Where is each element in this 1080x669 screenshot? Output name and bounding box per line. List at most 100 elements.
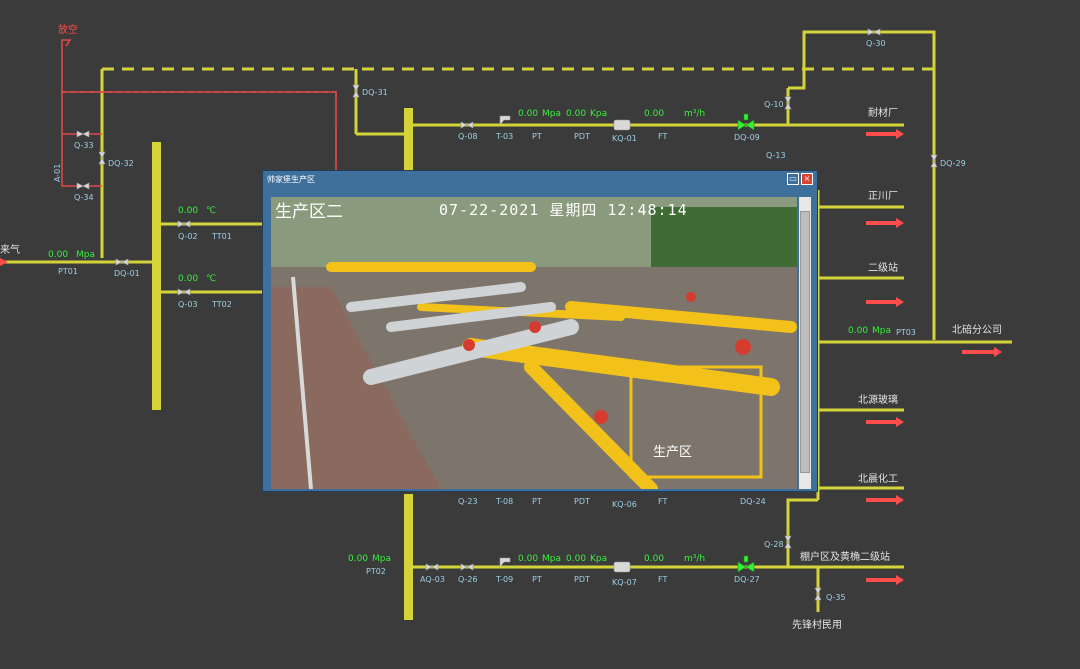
valve-dq27-icon[interactable] bbox=[737, 555, 755, 573]
pdt-mid-tag: PDT bbox=[574, 497, 590, 506]
camera-datetime: 07-22-2021 星期四 12:48:14 bbox=[439, 201, 688, 219]
tag-t09: T-09 bbox=[495, 575, 513, 584]
valve-q03-icon[interactable] bbox=[177, 288, 191, 296]
meter-kq01-icon[interactable] bbox=[613, 119, 631, 131]
pt01-value: 0.00 bbox=[48, 250, 68, 260]
ft-top-tag: FT bbox=[658, 132, 667, 141]
tag-q08: Q-08 bbox=[458, 132, 478, 141]
well-gas-label: 来气 bbox=[0, 243, 20, 256]
pt01-tag: PT01 bbox=[58, 267, 78, 276]
tag-q10: Q-10 bbox=[764, 100, 784, 109]
arrow-beixi-icon bbox=[962, 347, 1002, 357]
pt03-unit: Mpa bbox=[872, 326, 891, 336]
valve-q10-icon[interactable] bbox=[784, 96, 792, 110]
pt-mid-tag: PT bbox=[532, 497, 542, 506]
ft-bot-unit: m³/h bbox=[684, 554, 705, 564]
valve-wheel-3 bbox=[594, 410, 608, 424]
tag-q03: Q-03 bbox=[178, 300, 198, 309]
pdt-top-tag: PDT bbox=[574, 132, 590, 141]
tag-q28: Q-28 bbox=[764, 540, 784, 549]
pdt-top-unit: Kpa bbox=[590, 109, 607, 119]
scrollbar-thumb[interactable] bbox=[800, 211, 810, 473]
pdt-top-value: 0.00 bbox=[566, 109, 586, 119]
popup-title: 帅家堡生产区 bbox=[267, 175, 315, 184]
pdt-bot-tag: PDT bbox=[574, 575, 590, 584]
valve-q34-icon[interactable] bbox=[76, 182, 90, 190]
popup-scrollbar[interactable] bbox=[799, 197, 811, 489]
ft-bot-tag: FT bbox=[658, 575, 667, 584]
pdt-bot-unit: Kpa bbox=[590, 554, 607, 564]
valve-dq31-icon[interactable] bbox=[352, 84, 360, 98]
inlet-arrow-icon bbox=[0, 258, 8, 266]
valve-aq03-icon[interactable] bbox=[425, 563, 439, 571]
valve-dq01-icon[interactable] bbox=[115, 258, 129, 266]
valve-q30-icon[interactable] bbox=[867, 28, 881, 36]
tag-dq32: DQ-32 bbox=[108, 159, 134, 168]
arrow-naicai-icon bbox=[866, 129, 904, 139]
tt02-tag: TT02 bbox=[211, 300, 232, 309]
camera-watermark: 生产区 bbox=[653, 445, 693, 460]
vent-label: 放空 bbox=[58, 23, 78, 36]
outlet-erjizhan: 二级站 bbox=[868, 261, 898, 274]
ft-top-unit: m³/h bbox=[684, 109, 705, 119]
vent-flag-icon bbox=[61, 39, 72, 47]
valve-wheel-1 bbox=[463, 339, 475, 351]
tt01-tag: TT01 bbox=[211, 232, 232, 241]
valve-dq29-icon[interactable] bbox=[930, 154, 938, 168]
camera-feed: 生产区二 07-22-2021 星期四 12:48:14 生产区 bbox=[271, 197, 797, 489]
valve-q02-icon[interactable] bbox=[177, 220, 191, 228]
pdt-bot-value: 0.00 bbox=[566, 554, 586, 564]
valve-q08-icon[interactable] bbox=[460, 121, 474, 129]
valve-q26-icon[interactable] bbox=[460, 563, 474, 571]
tt02-value: 0.00 bbox=[178, 274, 198, 284]
tag-q30: Q-30 bbox=[866, 39, 886, 48]
outlet-beichen: 北晨化工 bbox=[858, 472, 898, 485]
tag-dq09: DQ-09 bbox=[734, 133, 760, 142]
meter-kq07-icon[interactable] bbox=[613, 561, 631, 573]
tag-kq01: KQ-01 bbox=[612, 134, 637, 143]
tag-dq24: DQ-24 bbox=[740, 497, 766, 506]
pt01-unit: Mpa bbox=[76, 250, 95, 260]
tag-q23: Q-23 bbox=[458, 497, 478, 506]
tag-dq31: DQ-31 bbox=[362, 88, 388, 97]
tag-t08: T-08 bbox=[495, 497, 513, 506]
arrow-zhengchuan-icon bbox=[866, 218, 904, 228]
pt-top-unit: Mpa bbox=[542, 109, 561, 119]
outlet-zhengchuan: 正川厂 bbox=[868, 191, 898, 202]
close-button[interactable]: × bbox=[801, 173, 813, 185]
outlet-xianfeng: 先锋村民用 bbox=[792, 618, 842, 631]
pt02-unit: Mpa bbox=[372, 554, 391, 564]
tag-a01: A-01 bbox=[53, 164, 62, 182]
valve-dq09-icon[interactable] bbox=[737, 113, 755, 131]
camera-popup-window[interactable]: 帅家堡生产区 ▭ × 生产区二 07-22-2021 星期四 12:48:14 … bbox=[262, 170, 818, 492]
pt-bot-value: 0.00 bbox=[518, 554, 538, 564]
minimize-button[interactable]: ▭ bbox=[787, 173, 799, 185]
tag-q34: Q-34 bbox=[74, 193, 94, 202]
valve-wheel-2 bbox=[529, 321, 541, 333]
tt02-unit: ℃ bbox=[206, 274, 216, 284]
header-manifold-left bbox=[152, 142, 161, 410]
header-manifold-bottom bbox=[404, 494, 413, 620]
tag-dq27: DQ-27 bbox=[734, 575, 760, 584]
tt01-value: 0.00 bbox=[178, 206, 198, 216]
pt-bot-tag: PT bbox=[532, 575, 542, 584]
pt03-tag: PT03 bbox=[896, 328, 916, 337]
valve-wheel-5 bbox=[686, 292, 696, 302]
tag-dq29: DQ-29 bbox=[940, 159, 966, 168]
valve-dq32-icon[interactable] bbox=[98, 151, 106, 165]
outlet-beixi: 北碚分公司 bbox=[952, 323, 1002, 336]
valve-q35-icon[interactable] bbox=[814, 587, 822, 601]
arrow-penghu-icon bbox=[866, 575, 904, 585]
valve-q33-icon[interactable] bbox=[76, 130, 90, 138]
ft-mid-tag: FT bbox=[658, 497, 667, 506]
pt03-value: 0.00 bbox=[848, 326, 868, 336]
arrow-erjizhan-icon bbox=[866, 297, 904, 307]
pt-bot-unit: Mpa bbox=[542, 554, 561, 564]
tag-dq01: DQ-01 bbox=[114, 269, 140, 278]
valve-q28-icon[interactable] bbox=[784, 535, 792, 549]
tag-t03: T-03 bbox=[495, 132, 513, 141]
arrow-beiyuan-icon bbox=[866, 417, 904, 427]
tag-q13: Q-13 bbox=[766, 151, 786, 160]
camera-zone-label: 生产区二 bbox=[275, 202, 343, 222]
tag-kq06: KQ-06 bbox=[612, 500, 637, 509]
